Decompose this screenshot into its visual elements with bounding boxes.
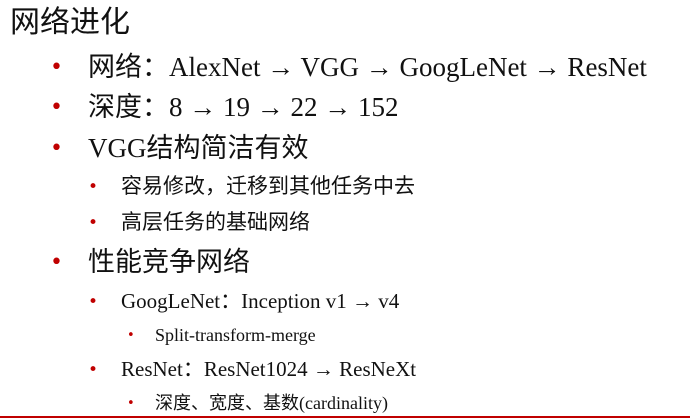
bullet-text: VGG结构简洁有效 [88,133,309,163]
bullet-item: • VGG结构简洁有效 [50,132,309,164]
bullet-icon: • [50,55,63,80]
sub-sub-bullet-text: Split-transform-merge [155,325,316,345]
sub-sub-bullet-item: • 深度、宽度、基数(cardinality) [127,392,388,414]
bullet-item: • 网络：AlexNet → VGG → GoogLeNet → ResNet [50,51,647,83]
bullet-icon: • [50,250,63,275]
bullet-item: • 性能竞争网络 [50,246,250,278]
sub-sub-bullet-text: 深度、宽度、基数(cardinality) [155,393,388,413]
sub-bullet-item: • 容易修改，迁移到其他任务中去 [88,173,415,199]
sub-bullet-item: • 高层任务的基础网络 [88,209,310,235]
sub-sub-bullet-item: • Split-transform-merge [127,324,316,346]
sub-bullet-text: 容易修改，迁移到其他任务中去 [121,174,415,198]
sub-bullet-item: • GoogLeNet：Inception v1 → v4 [88,288,400,314]
sub-sub-bullet-icon: • [127,328,135,343]
sub-bullet-icon: • [88,177,99,197]
bullet-icon: • [50,95,63,120]
bullet-text: 深度：8 → 19 → 22 → 152 [88,92,399,122]
bullet-item: • 深度：8 → 19 → 22 → 152 [50,91,399,123]
sub-bullet-text: GoogLeNet：Inception v1 → v4 [121,289,400,313]
bullet-text: 性能竞争网络 [88,247,250,277]
slide-title: 网络进化 [10,6,130,39]
sub-bullet-icon: • [88,360,99,380]
sub-bullet-item: • ResNet：ResNet1024 → ResNeXt [88,356,417,382]
footer-rule [0,416,690,418]
sub-sub-bullet-icon: • [127,396,135,411]
bullet-text: 网络：AlexNet → VGG → GoogLeNet → ResNet [88,52,647,82]
sub-bullet-text: ResNet：ResNet1024 → ResNeXt [121,357,417,381]
bullet-icon: • [50,136,63,161]
sub-bullet-icon: • [88,213,99,233]
sub-bullet-text: 高层任务的基础网络 [121,210,310,234]
sub-bullet-icon: • [88,292,99,312]
